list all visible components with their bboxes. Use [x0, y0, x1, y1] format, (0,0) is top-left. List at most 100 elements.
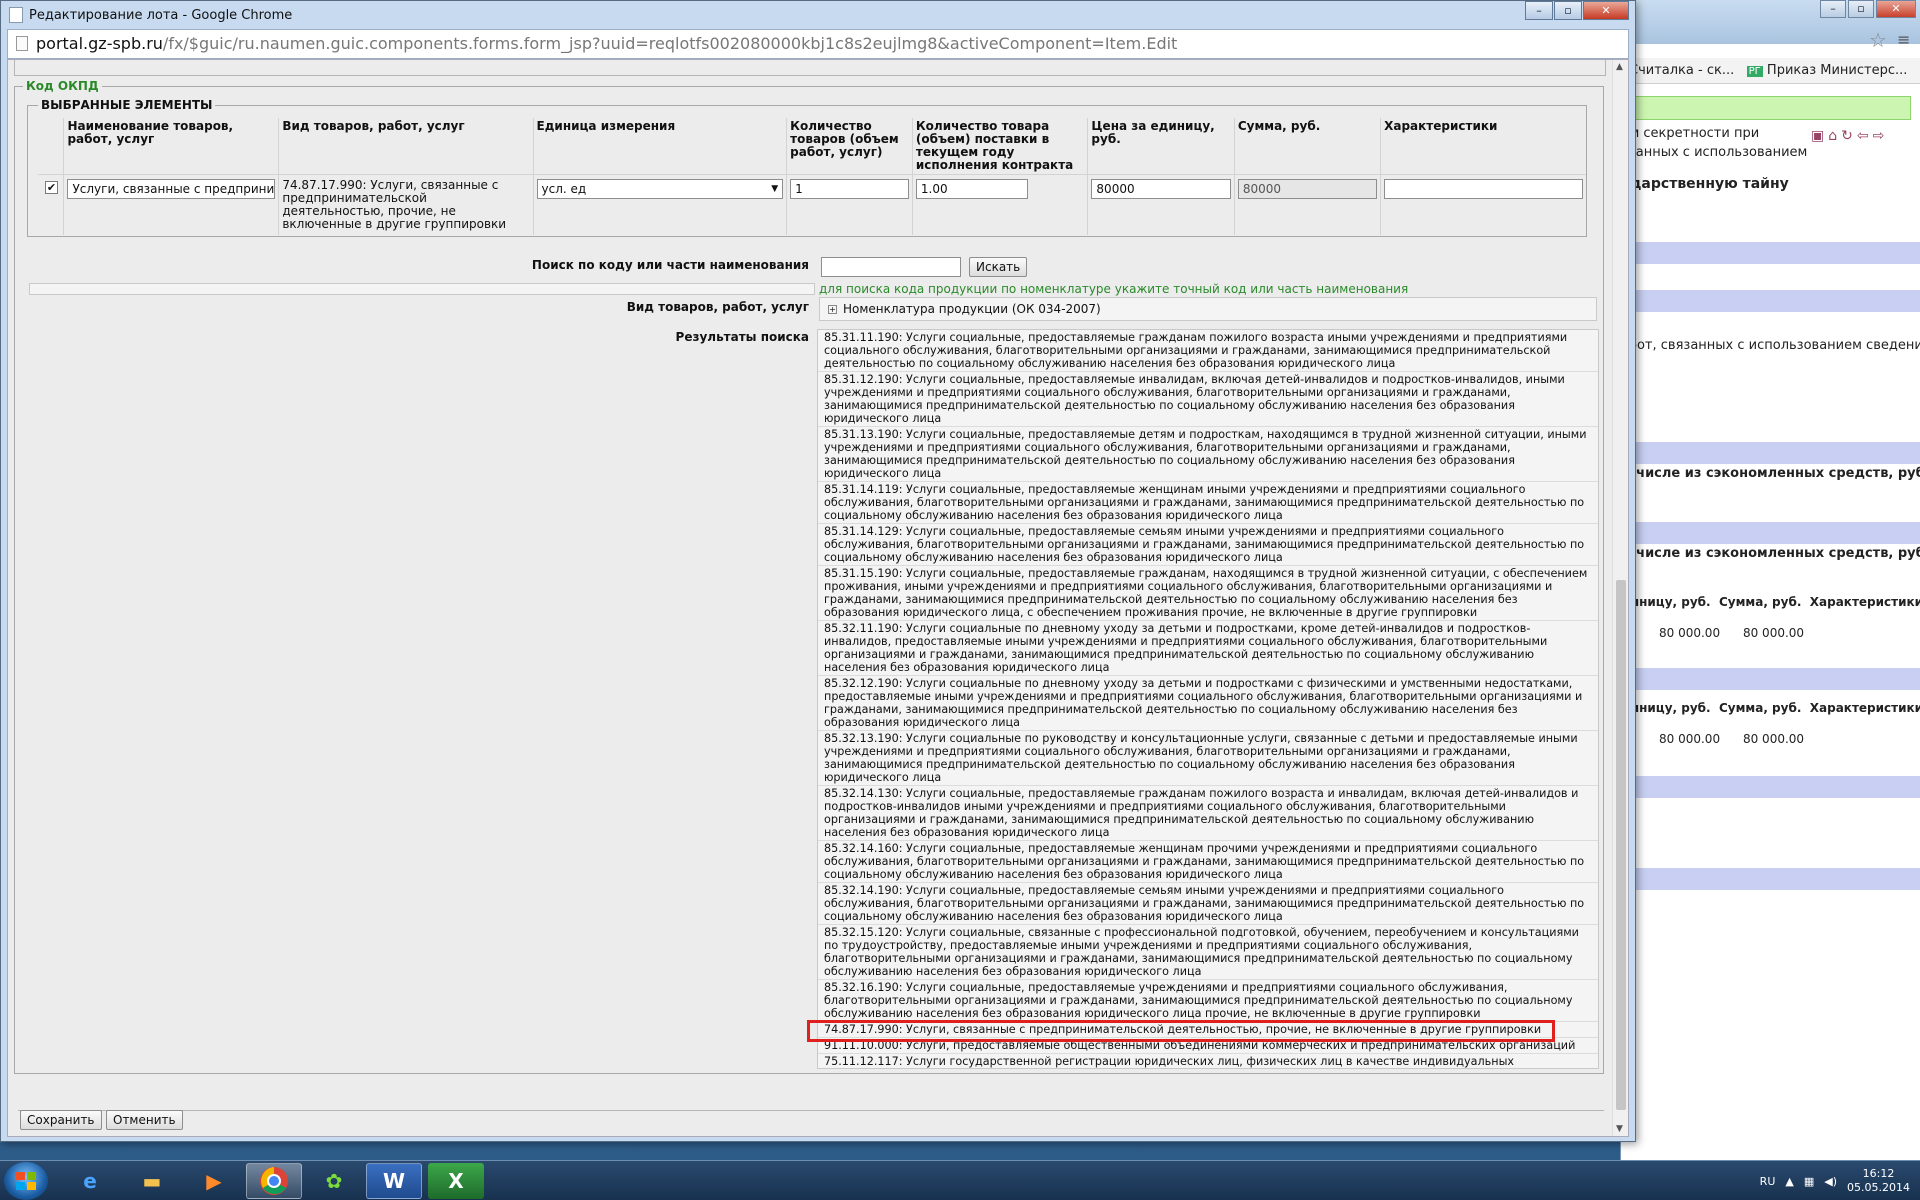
expand-icon[interactable]: + — [828, 305, 837, 314]
unit-select[interactable]: усл. ед ▼ — [536, 179, 784, 199]
table-row: ✔ Услуги, связанные с предприни 74.87.17… — [38, 174, 1586, 235]
list-item[interactable]: 75.11.12.117: Услуги государственной рег… — [818, 1054, 1598, 1068]
network-icon[interactable]: ▦ — [1804, 1175, 1814, 1188]
clock[interactable]: 16:12 05.05.2014 — [1847, 1167, 1910, 1195]
footer-divider — [18, 1110, 1604, 1111]
app-flower-icon[interactable]: ✿ — [306, 1163, 362, 1199]
bg-text: абот, связанных с использованием сведени… — [1621, 338, 1920, 353]
taskbar: e ▬ ▶ ✿ W X RU ▲ ▦ ◀) 16:12 05.05.2014 — [0, 1160, 1920, 1200]
internet-explorer-icon[interactable]: e — [62, 1163, 118, 1199]
list-item[interactable]: 85.32.14.190: Услуги социальные, предост… — [818, 883, 1598, 925]
address-bar[interactable]: portal.gz-spb.ru/fx/$guic/ru.naumen.guic… — [7, 29, 1629, 59]
url-path: /fx/$guic/ru.naumen.guic.components.form… — [162, 34, 1178, 53]
characteristics-input[interactable] — [1384, 179, 1583, 199]
qty-input[interactable]: 1 — [790, 179, 909, 199]
close-button[interactable]: ✕ — [1583, 1, 1629, 20]
cancel-button[interactable]: Отменить — [106, 1110, 183, 1130]
menu-icon[interactable]: ≡ — [1897, 30, 1910, 49]
window-titlebar[interactable]: Редактирование лота - Google Chrome — [1, 1, 1635, 29]
tray-arrow-icon[interactable]: ▲ — [1785, 1175, 1793, 1188]
bg-band — [1621, 242, 1920, 264]
vertical-scrollbar[interactable]: ▲ ▼ — [1612, 60, 1628, 1136]
unit-value: усл. ед — [541, 182, 587, 196]
excel-icon[interactable]: X — [428, 1163, 484, 1199]
window-controls: – ▫ ✕ — [1525, 1, 1629, 20]
scroll-down-icon[interactable]: ▼ — [1616, 1124, 1623, 1134]
maximize-icon[interactable]: ▫ — [1848, 0, 1874, 18]
background-browser-window[interactable]: – ▫ ✕ ☆ ≡ Считалка - ск... РГ Приказ Мин… — [1620, 0, 1920, 1160]
close-icon[interactable]: ✕ — [1876, 0, 1916, 18]
search-label: Поиск по коду или части наименования — [531, 258, 809, 272]
list-item[interactable]: 85.32.14.160: Услуги социальные, предост… — [818, 841, 1598, 883]
kind-text: 74.87.17.990: Услуги, связанные с предпр… — [278, 174, 534, 235]
column-header: Вид товаров, работ, услуг — [278, 118, 534, 175]
bg-heading: м числе из сэкономленных средств, руб. — [1621, 546, 1920, 561]
bg-col-char: Характеристики — [1809, 595, 1920, 609]
sum-input: 80000 — [1237, 179, 1378, 199]
row-checkbox[interactable]: ✔ — [45, 181, 58, 194]
bg-table-header: диницу, руб. Сумма, руб. Характеристики — [1621, 701, 1920, 715]
hint-bar — [29, 283, 815, 295]
selected-table: Наименование товаров, работ, услуг Вид т… — [38, 118, 1586, 235]
list-item[interactable]: 85.31.13.190: Услуги социальные, предост… — [818, 427, 1598, 482]
name-input[interactable]: Услуги, связанные с предприни — [67, 179, 276, 199]
list-item[interactable]: 85.32.12.190: Услуги социальные по дневн… — [818, 676, 1598, 731]
bookmark-item[interactable]: Приказ Министерс... — [1767, 63, 1907, 78]
word-icon[interactable]: W — [366, 1163, 422, 1199]
chrome-popup-window[interactable]: Редактирование лота - Google Chrome – ▫ … — [0, 0, 1636, 1142]
list-item[interactable]: 91.11.10.000: Услуги, предоставляемые об… — [818, 1038, 1598, 1054]
list-item[interactable]: 85.32.14.130: Услуги социальные, предост… — [818, 786, 1598, 841]
bg-band — [1621, 668, 1920, 690]
bg-band — [1621, 442, 1920, 464]
column-header: Единица измерения — [533, 118, 788, 175]
top-divider — [14, 60, 1606, 76]
search-results-list[interactable]: 85.31.11.190: Услуги социальные, предост… — [817, 329, 1599, 1069]
bg-col-sum: Сумма, руб. — [1718, 701, 1802, 715]
search-button[interactable]: Искать — [969, 257, 1028, 277]
list-item[interactable]: 74.87.17.990: Услуги, связанные с предпр… — [818, 1022, 1598, 1038]
toolbar-icons[interactable]: ▣⌂↻⇦⇨ — [1811, 128, 1888, 144]
folder-icon[interactable]: ▬ — [124, 1163, 180, 1199]
nomenclature-tree[interactable]: + Номенклатура продукции (ОК 034-2007) — [819, 297, 1597, 321]
bg-val-sum: 80 000.00 — [1742, 732, 1805, 746]
scroll-up-icon[interactable]: ▲ — [1616, 62, 1623, 72]
list-item[interactable]: 85.32.11.190: Услуги социальные по дневн… — [818, 621, 1598, 676]
bg-val-price: 80 000.00 — [1659, 626, 1721, 640]
search-input[interactable] — [821, 257, 961, 277]
language-indicator[interactable]: RU — [1760, 1175, 1776, 1188]
nomenclature-label: Номенклатура продукции (ОК 034-2007) — [843, 302, 1101, 316]
list-item[interactable]: 85.31.14.129: Услуги социальные, предост… — [818, 524, 1598, 566]
save-button[interactable]: Сохранить — [20, 1110, 102, 1130]
list-item[interactable]: 85.32.15.120: Услуги социальные, связанн… — [818, 925, 1598, 980]
list-item[interactable]: 85.31.12.190: Услуги социальные, предост… — [818, 372, 1598, 427]
okpd-fieldset: Код ОКПД ВЫБРАННЫЕ ЭЛЕМЕНТЫ Наименование… — [14, 79, 1604, 1074]
column-header: Количество товара (объем) поставки в тек… — [912, 118, 1089, 175]
list-item[interactable]: 85.31.11.190: Услуги социальные, предост… — [818, 330, 1598, 372]
list-item[interactable]: 85.32.16.190: Услуги социальные, предост… — [818, 980, 1598, 1022]
chrome-icon[interactable] — [246, 1163, 302, 1199]
window-title: Редактирование лота - Google Chrome — [29, 7, 293, 23]
scrollbar-thumb[interactable] — [1616, 580, 1626, 1110]
list-item[interactable]: 85.32.13.190: Услуги социальные по руков… — [818, 731, 1598, 786]
okpd-legend: Код ОКПД — [23, 79, 102, 93]
page-icon — [9, 7, 23, 23]
price-input[interactable]: 80000 — [1091, 179, 1231, 199]
qty-year-input[interactable]: 1.00 — [915, 179, 1028, 199]
list-item[interactable]: 85.31.14.119: Услуги социальные, предост… — [818, 482, 1598, 524]
start-button[interactable] — [4, 1162, 48, 1200]
bg-val-sum: 80 000.00 — [1742, 626, 1805, 640]
bookmark-item[interactable]: Считалка - ск... — [1629, 63, 1734, 78]
url-host: portal.gz-spb.ru — [36, 34, 163, 53]
search-hint: для поиска кода продукции по номенклатур… — [819, 282, 1409, 296]
media-player-icon[interactable]: ▶ — [186, 1163, 242, 1199]
volume-icon[interactable]: ◀) — [1824, 1175, 1837, 1188]
bg-col-sum: Сумма, руб. — [1718, 595, 1802, 609]
minimize-button[interactable]: – — [1525, 1, 1553, 20]
minimize-icon[interactable]: – — [1820, 0, 1846, 18]
page-content: Код ОКПД ВЫБРАННЫЕ ЭЛЕМЕНТЫ Наименование… — [7, 59, 1629, 1137]
star-icon[interactable]: ☆ — [1869, 28, 1887, 52]
list-item[interactable]: 85.31.15.190: Услуги социальные, предост… — [818, 566, 1598, 621]
results-container: 85.31.11.190: Услуги социальные, предост… — [818, 330, 1598, 1068]
maximize-button[interactable]: ▫ — [1554, 1, 1582, 20]
column-header: Характеристики — [1380, 118, 1586, 175]
